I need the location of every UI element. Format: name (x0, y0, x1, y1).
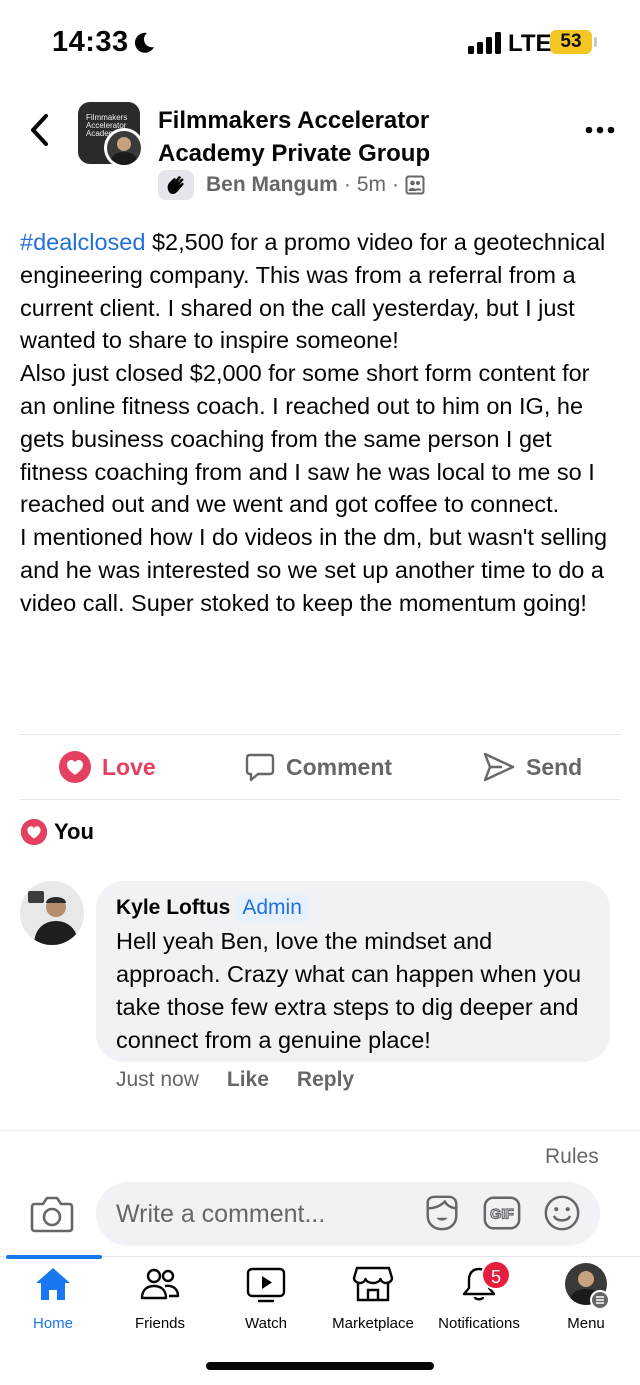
post-actions: Love Comment Send (20, 735, 620, 799)
comment-bubble[interactable]: Kyle Loftus Admin Hell yeah Ben, love th… (96, 881, 610, 1062)
tab-menu[interactable]: Menu (533, 1262, 639, 1332)
do-not-disturb-moon-icon (134, 32, 154, 53)
love-label: Love (102, 753, 156, 780)
love-reaction-icon (20, 818, 48, 846)
comment-text: Hell yeah Ben, love the mindset and appr… (116, 928, 582, 1053)
tab-label: Home (32, 1315, 73, 1332)
post-time[interactable]: 5m (357, 173, 386, 197)
person-silhouette-icon (110, 137, 138, 165)
gif-icon[interactable]: GIF (482, 1192, 522, 1234)
tab-home[interactable]: Home (0, 1262, 106, 1332)
marketplace-shop-icon (351, 1262, 395, 1305)
group-name[interactable]: Filmmakers Accelerator Academy Private G… (158, 104, 538, 170)
avatar-sticker-icon[interactable] (422, 1192, 462, 1234)
svg-text:GIF: GIF (490, 1207, 514, 1223)
comment-label: Comment (286, 753, 393, 780)
comment-like-button[interactable]: Like (227, 1068, 269, 1092)
send-label: Send (526, 753, 583, 780)
emoji-icon[interactable] (542, 1192, 582, 1234)
status-bar: 14:33 LTE 53 (0, 0, 640, 88)
comment-reply-button[interactable]: Reply (297, 1068, 354, 1092)
back-chevron-icon[interactable] (24, 110, 56, 150)
comment-author[interactable]: Kyle Loftus (116, 895, 230, 921)
post-paragraph: I mentioned how I do videos in the dm, b… (20, 524, 608, 616)
love-button[interactable]: Love (58, 735, 156, 799)
camera-icon[interactable] (30, 1194, 74, 1234)
comment-bubble-icon (245, 753, 275, 782)
comment-time: Just now (116, 1068, 199, 1091)
love-reaction-icon (59, 751, 91, 783)
group-rules-link[interactable]: Rules (545, 1145, 599, 1169)
post-paragraph: #dealclosed $2,500 for a promo video for… (20, 226, 620, 357)
new-member-badge (158, 170, 194, 200)
comment-button[interactable]: Comment (244, 735, 392, 799)
status-time: 14:33 (52, 26, 129, 58)
tab-label: Watch (245, 1315, 287, 1332)
hashtag-link[interactable]: #dealclosed (20, 229, 145, 255)
author-avatar[interactable] (104, 128, 144, 168)
post-meta: Ben Mangum · 5m · (158, 170, 425, 200)
home-indicator[interactable] (206, 1362, 434, 1370)
cellular-signal-icon (468, 32, 501, 54)
post-body: #dealclosed $2,500 for a promo video for… (20, 226, 620, 620)
admin-badge: Admin (236, 895, 308, 921)
watch-video-icon (244, 1262, 288, 1305)
person-silhouette-icon (20, 881, 84, 945)
reactions-label: You (54, 819, 94, 844)
tab-label: Marketplace (332, 1315, 414, 1332)
composer-tools: GIF (422, 1192, 582, 1234)
send-arrow-icon (483, 752, 515, 782)
friends-icon (138, 1262, 182, 1305)
post-paragraph: Also just closed $2,000 for some short f… (20, 360, 595, 518)
tab-notifications[interactable]: 5 Notifications (426, 1260, 532, 1332)
tab-label: Friends (134, 1315, 186, 1332)
home-icon (31, 1262, 75, 1305)
divider (0, 1130, 640, 1131)
battery-tip (594, 37, 597, 47)
tab-label: Menu (567, 1315, 605, 1332)
comment-author-row: Kyle Loftus Admin (116, 895, 590, 921)
notifications-bell-icon: 5 (457, 1260, 511, 1305)
meta-separator: · (343, 173, 351, 196)
tab-label: Notifications (438, 1315, 520, 1332)
network-type: LTE (508, 30, 552, 57)
members-audience-icon (405, 175, 425, 195)
meta-separator: · (392, 173, 400, 196)
tab-marketplace[interactable]: Marketplace (320, 1262, 426, 1332)
comment-meta: Just now Like Reply (116, 1068, 354, 1092)
active-tab-indicator (6, 1255, 102, 1259)
commenter-avatar[interactable] (20, 881, 84, 945)
tab-watch[interactable]: Watch (213, 1262, 319, 1332)
notifications-badge: 5 (481, 1260, 511, 1290)
battery-indicator: 53 (550, 30, 592, 54)
post-author[interactable]: Ben Mangum (206, 173, 338, 197)
reactions-summary[interactable]: You (20, 818, 94, 846)
send-button[interactable]: Send (482, 735, 582, 799)
tab-friends[interactable]: Friends (107, 1262, 213, 1332)
waving-hand-icon (167, 176, 184, 195)
divider (20, 799, 620, 800)
menu-hamburger-icon (590, 1290, 610, 1310)
more-options-icon[interactable] (584, 122, 616, 138)
